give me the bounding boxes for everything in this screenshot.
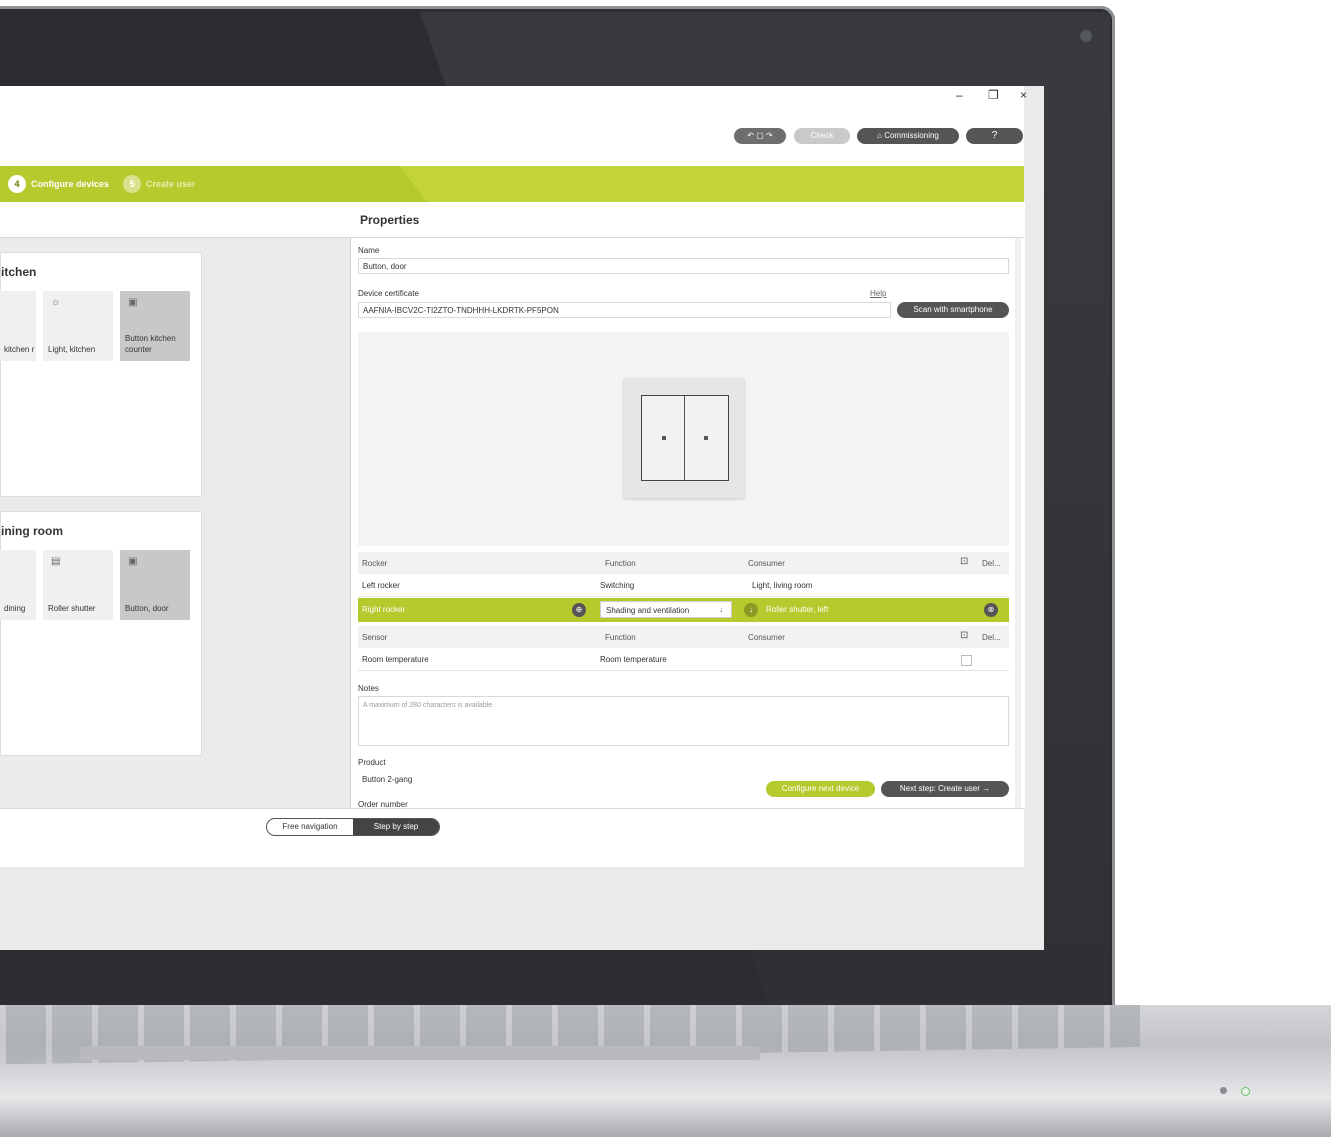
room-title: ining room xyxy=(1,524,63,538)
rooms-pane-header xyxy=(0,202,350,238)
rocker-switch-image xyxy=(641,395,729,481)
right-rocker-dot xyxy=(704,436,708,440)
close-button[interactable]: × xyxy=(1020,88,1027,102)
rocker-name: Left rocker xyxy=(362,581,400,590)
delete-icon[interactable]: ⊗ xyxy=(984,603,998,617)
rocker-name: Right rocker xyxy=(362,605,406,614)
tile-label: Roller shutter xyxy=(48,604,96,613)
sensor-name: Room temperature xyxy=(362,655,429,664)
device-tile[interactable]: ☼ Light, kitchen xyxy=(43,291,113,361)
device-preview-area xyxy=(358,332,1009,546)
properties-scrollbar[interactable] xyxy=(1015,238,1021,808)
step-bar-accent xyxy=(399,166,1024,202)
button-device-icon: ▣ xyxy=(128,297,138,308)
delete-checkbox[interactable] xyxy=(961,655,972,666)
table-row[interactable]: Left rocker Switching Light, living room xyxy=(358,574,1009,597)
check-label: Check xyxy=(810,131,834,140)
scan-smartphone-button[interactable]: Scan with smartphone xyxy=(897,302,1009,318)
function-select-value: Shading and ventilation xyxy=(606,606,690,615)
product-value: Button 2-gang xyxy=(362,775,413,784)
room-title: itchen xyxy=(1,265,37,279)
col-function: Function xyxy=(605,559,636,568)
properties-header: Properties xyxy=(350,202,1024,238)
arrow-down-icon[interactable]: ↓ xyxy=(744,603,758,617)
step-by-step-option[interactable]: Step by step xyxy=(353,819,439,835)
name-label: Name xyxy=(358,246,380,255)
left-rocker-dot xyxy=(662,436,666,440)
function-select[interactable]: Shading and ventilation ↓ xyxy=(600,601,732,618)
help-button[interactable]: ? xyxy=(966,128,1023,144)
step-5-label[interactable]: Create user xyxy=(146,179,196,189)
rocker-function: Switching xyxy=(600,581,635,590)
col-consumer: Consumer xyxy=(748,633,785,642)
laptop-screen: – ❐ × ↶ ▢ ↷ Check ⌂ Commissioning ? 4 Co… xyxy=(0,86,1044,950)
sensor-function: Room temperature xyxy=(600,655,667,664)
configure-next-device-button[interactable]: Configure next device xyxy=(766,781,875,797)
rocker-consumer: Light, living room xyxy=(752,581,813,590)
col-delete: Del... xyxy=(982,559,1001,568)
step-5-number: 5 xyxy=(123,175,141,193)
device-tile[interactable]: kitchen r xyxy=(0,291,36,361)
commissioning-button[interactable]: ⌂ Commissioning xyxy=(857,128,959,144)
rocker-consumer: Roller shutter, left xyxy=(766,605,829,614)
step-4-number: 4 xyxy=(8,175,26,193)
rocker-divider xyxy=(684,396,685,480)
help-link[interactable]: Help xyxy=(870,289,886,298)
next-step-button[interactable]: Next step: Create user → xyxy=(881,781,1009,797)
device-frame xyxy=(624,378,744,498)
col-function: Function xyxy=(605,633,636,642)
roller-shutter-icon: ▤ xyxy=(51,556,61,567)
device-tile[interactable]: ▣ Button, door xyxy=(120,550,190,620)
power-led-icon xyxy=(1220,1087,1227,1094)
room-card-dining: ining room dining ▤ Roller shutter ▣ But… xyxy=(0,511,202,756)
col-delete: Del... xyxy=(982,633,1001,642)
notes-label: Notes xyxy=(358,684,379,693)
light-bulb-icon: ☼ xyxy=(51,297,61,308)
room-card-kitchen: itchen kitchen r ☼ Light, kitchen ▣ Butt… xyxy=(0,252,202,497)
col-consumer: Consumer xyxy=(748,559,785,568)
commissioning-label: Commissioning xyxy=(884,131,939,140)
link-icon[interactable]: ⊕ xyxy=(572,603,586,617)
assign-icon[interactable]: ⊡ xyxy=(960,556,968,567)
step-4-label[interactable]: Configure devices xyxy=(31,179,109,189)
chevron-down-icon: ↓ xyxy=(719,605,723,614)
properties-title: Properties xyxy=(360,213,420,227)
touchpad xyxy=(80,1046,760,1060)
tile-label: Button, door xyxy=(125,604,169,613)
assign-icon[interactable]: ⊡ xyxy=(960,630,968,641)
device-tile[interactable]: ▤ Roller shutter xyxy=(43,550,113,620)
footer-bar: Free navigation Step by step xyxy=(0,808,1024,867)
sensor-table-header: Sensor Function Consumer ⊡ Del... xyxy=(358,626,1009,648)
device-tile[interactable]: ▣ Button kitchen counter xyxy=(120,291,190,361)
check-button[interactable]: Check xyxy=(794,128,850,144)
navigation-mode-toggle[interactable]: Free navigation Step by step xyxy=(266,818,440,836)
status-led-icon xyxy=(1241,1087,1250,1096)
undo-redo-group[interactable]: ↶ ▢ ↷ xyxy=(734,128,786,144)
free-navigation-option[interactable]: Free navigation xyxy=(267,819,353,835)
product-label: Product xyxy=(358,758,386,767)
webcam-icon xyxy=(1080,30,1092,42)
name-field[interactable]: Button, door xyxy=(358,258,1009,274)
tile-label: Light, kitchen xyxy=(48,345,96,354)
button-device-icon: ▣ xyxy=(128,556,138,567)
app-window: – ❐ × ↶ ▢ ↷ Check ⌂ Commissioning ? 4 Co… xyxy=(0,86,1027,867)
undo-icon: ↶ ▢ ↷ xyxy=(747,131,773,140)
col-sensor: Sensor xyxy=(362,633,388,642)
cert-label: Device certificate xyxy=(358,289,419,298)
table-row-selected[interactable]: Right rocker ⊕ Shading and ventilation ↓… xyxy=(358,598,1009,622)
tile-label: Button kitchen counter xyxy=(125,334,176,354)
minimize-button[interactable]: – xyxy=(956,88,963,102)
restore-button[interactable]: ❐ xyxy=(988,88,999,102)
table-row[interactable]: Room temperature Room temperature xyxy=(358,648,1009,671)
notes-textarea[interactable]: A maximum of 280 characters is available… xyxy=(358,696,1009,746)
col-rocker: Rocker xyxy=(362,559,388,568)
certificate-field[interactable]: AAFNIA-IBCV2C-TI2ZTO-TNDHHH-LKDRTK-PF5PO… xyxy=(358,302,891,318)
rocker-table-header: Rocker Function Consumer ⊡ Del... xyxy=(358,552,1009,574)
device-tile[interactable]: dining xyxy=(0,550,36,620)
step-indicator: 4 Configure devices 5 Create user xyxy=(0,166,400,202)
